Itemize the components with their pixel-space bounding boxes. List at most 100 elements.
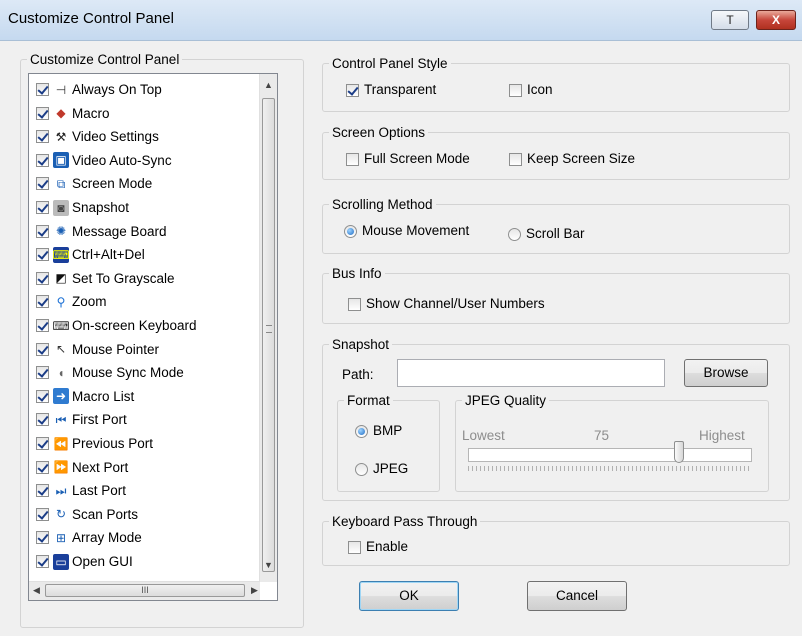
mouse-movement-option[interactable]: Mouse Movement xyxy=(344,223,469,238)
keep-screen-size-label: Keep Screen Size xyxy=(527,151,636,166)
screen-mode-icon: ⧉ xyxy=(56,176,66,191)
jpeg-option[interactable]: JPEG xyxy=(355,461,408,476)
list-item[interactable]: ⏭ Last Port xyxy=(36,479,126,502)
full-screen-label: Full Screen Mode xyxy=(364,151,470,166)
list-item[interactable]: ➜ Macro List xyxy=(36,385,134,408)
customize-list-legend: Customize Control Panel xyxy=(30,52,180,67)
list-item[interactable]: ⏮ First Port xyxy=(36,408,127,431)
list-item-label: Macro List xyxy=(72,388,135,404)
list-item-label: Message Board xyxy=(72,223,167,239)
bus-info-legend: Bus Info xyxy=(332,266,382,281)
ok-button[interactable]: OK xyxy=(359,581,459,611)
scroll-left-arrow-icon[interactable]: ◀ xyxy=(33,585,40,596)
transparent-checkbox[interactable] xyxy=(346,83,359,97)
full-screen-option[interactable]: Full Screen Mode xyxy=(346,151,470,166)
list-item[interactable]: ▭ Open GUI xyxy=(36,550,133,573)
enable-checkbox[interactable] xyxy=(348,540,361,554)
list-item-checkbox[interactable] xyxy=(36,271,49,285)
list-item[interactable]: ↻ Scan Ports xyxy=(36,503,138,526)
list-item-checkbox[interactable] xyxy=(36,484,49,498)
list-item[interactable]: ⚲ Zoom xyxy=(36,290,107,313)
scroll-up-arrow-icon[interactable]: ▲ xyxy=(264,80,273,90)
icon-checkbox[interactable] xyxy=(509,83,522,97)
keyboard-icon: ⌨ xyxy=(52,318,70,333)
list-item[interactable]: ▣ Video Auto-Sync xyxy=(36,149,172,172)
gui-icon: ▭ xyxy=(53,553,69,570)
full-screen-checkbox[interactable] xyxy=(346,152,359,166)
list-item-checkbox[interactable] xyxy=(36,83,49,96)
close-button[interactable]: X xyxy=(756,10,796,30)
list-item[interactable]: ✺ Message Board xyxy=(36,220,167,243)
screen-options-legend: Screen Options xyxy=(332,125,426,140)
list-item[interactable]: ◆ Macro xyxy=(36,102,110,125)
scroll-down-arrow-icon[interactable]: ▼ xyxy=(264,560,273,570)
list-item-checkbox[interactable] xyxy=(36,201,49,214)
list-item-checkbox[interactable] xyxy=(36,366,49,380)
scroll-bar-radio[interactable] xyxy=(508,227,521,241)
enable-option[interactable]: Enable xyxy=(348,539,408,554)
list-item[interactable]: ⌨ Ctrl+Alt+Del xyxy=(36,243,145,266)
slider-ticks xyxy=(468,466,752,471)
list-item-checkbox[interactable] xyxy=(36,555,49,568)
list-item[interactable]: ◙ Snapshot xyxy=(36,196,129,219)
list-item-checkbox[interactable] xyxy=(36,413,49,427)
list-item-label: Mouse Sync Mode xyxy=(72,365,184,381)
list-item[interactable]: ◖ Mouse Sync Mode xyxy=(36,361,184,384)
toolbar-items-list[interactable]: ⊣ Always On Top ◆ Macro ⚒ Video Settings ▣ Vide… xyxy=(28,73,278,601)
icon-option[interactable]: Icon xyxy=(509,82,553,97)
list-item-checkbox[interactable] xyxy=(36,507,49,521)
quality-value-label: 75 xyxy=(594,428,610,443)
cancel-button[interactable]: Cancel xyxy=(527,581,627,611)
list-item-checkbox[interactable] xyxy=(36,531,49,545)
list-item-checkbox[interactable] xyxy=(36,389,49,403)
list-item[interactable]: ⊣ Always On Top xyxy=(36,78,162,101)
list-item-checkbox[interactable] xyxy=(36,248,49,262)
list-item-checkbox[interactable] xyxy=(36,177,49,191)
list-item[interactable]: ⧉ Screen Mode xyxy=(36,172,152,195)
scroll-right-arrow-icon[interactable]: ▶ xyxy=(251,585,258,596)
macro-list-icon: ➜ xyxy=(53,388,69,405)
message-board-icon: ✺ xyxy=(55,224,67,239)
list-item-checkbox[interactable] xyxy=(36,224,49,238)
list-item-checkbox[interactable] xyxy=(36,342,49,356)
list-item-checkbox[interactable] xyxy=(36,295,49,309)
bmp-option[interactable]: BMP xyxy=(355,423,402,438)
transparent-option[interactable]: Transparent xyxy=(346,82,436,97)
list-item[interactable]: ⏪ Previous Port xyxy=(36,432,153,455)
mouse-icon: ◖ xyxy=(57,365,65,380)
horizontal-scrollbar[interactable]: ◀ III ▶ xyxy=(29,581,260,600)
list-item-checkbox[interactable] xyxy=(36,130,49,144)
list-item-label: Scan Ports xyxy=(72,506,139,522)
browse-button[interactable]: Browse xyxy=(684,359,768,387)
list-item-checkbox[interactable] xyxy=(36,153,49,167)
pointer-icon: ↖ xyxy=(55,342,67,357)
show-numbers-checkbox[interactable] xyxy=(348,297,361,311)
list-item[interactable]: ◩ Set To Grayscale xyxy=(36,267,175,290)
vertical-scrollbar[interactable]: ▲ ▼ xyxy=(259,74,277,582)
vertical-scroll-thumb[interactable] xyxy=(262,98,275,572)
jpeg-quality-slider-thumb[interactable] xyxy=(673,441,684,463)
magnifier-icon: ⚲ xyxy=(56,294,66,309)
show-numbers-option[interactable]: Show Channel/User Numbers xyxy=(348,296,545,311)
list-item[interactable]: ⌨ On-screen Keyboard xyxy=(36,314,197,337)
bmp-radio[interactable] xyxy=(355,424,368,438)
keep-screen-size-option[interactable]: Keep Screen Size xyxy=(509,151,635,166)
list-item-checkbox[interactable] xyxy=(36,437,49,450)
window-title: Customize Control Panel xyxy=(8,10,174,27)
jpeg-radio[interactable] xyxy=(355,462,368,476)
keep-screen-size-checkbox[interactable] xyxy=(509,152,522,166)
jpeg-quality-slider-track[interactable] xyxy=(468,448,752,462)
path-input[interactable] xyxy=(397,359,665,387)
help-button[interactable]: T xyxy=(711,10,749,30)
list-item-checkbox[interactable] xyxy=(36,319,49,332)
list-item-checkbox[interactable] xyxy=(36,460,49,474)
mouse-movement-radio[interactable] xyxy=(344,224,357,238)
list-item[interactable]: ⏩ Next Port xyxy=(36,456,128,479)
list-item-label: Ctrl+Alt+Del xyxy=(72,247,145,263)
horizontal-scroll-thumb[interactable]: III xyxy=(45,584,245,597)
scroll-bar-option[interactable]: Scroll Bar xyxy=(508,226,585,241)
list-item[interactable]: ⚒ Video Settings xyxy=(36,125,159,148)
list-item[interactable]: ⊞ Array Mode xyxy=(36,526,142,549)
list-item[interactable]: ↖ Mouse Pointer xyxy=(36,338,159,361)
list-item-checkbox[interactable] xyxy=(36,106,49,120)
